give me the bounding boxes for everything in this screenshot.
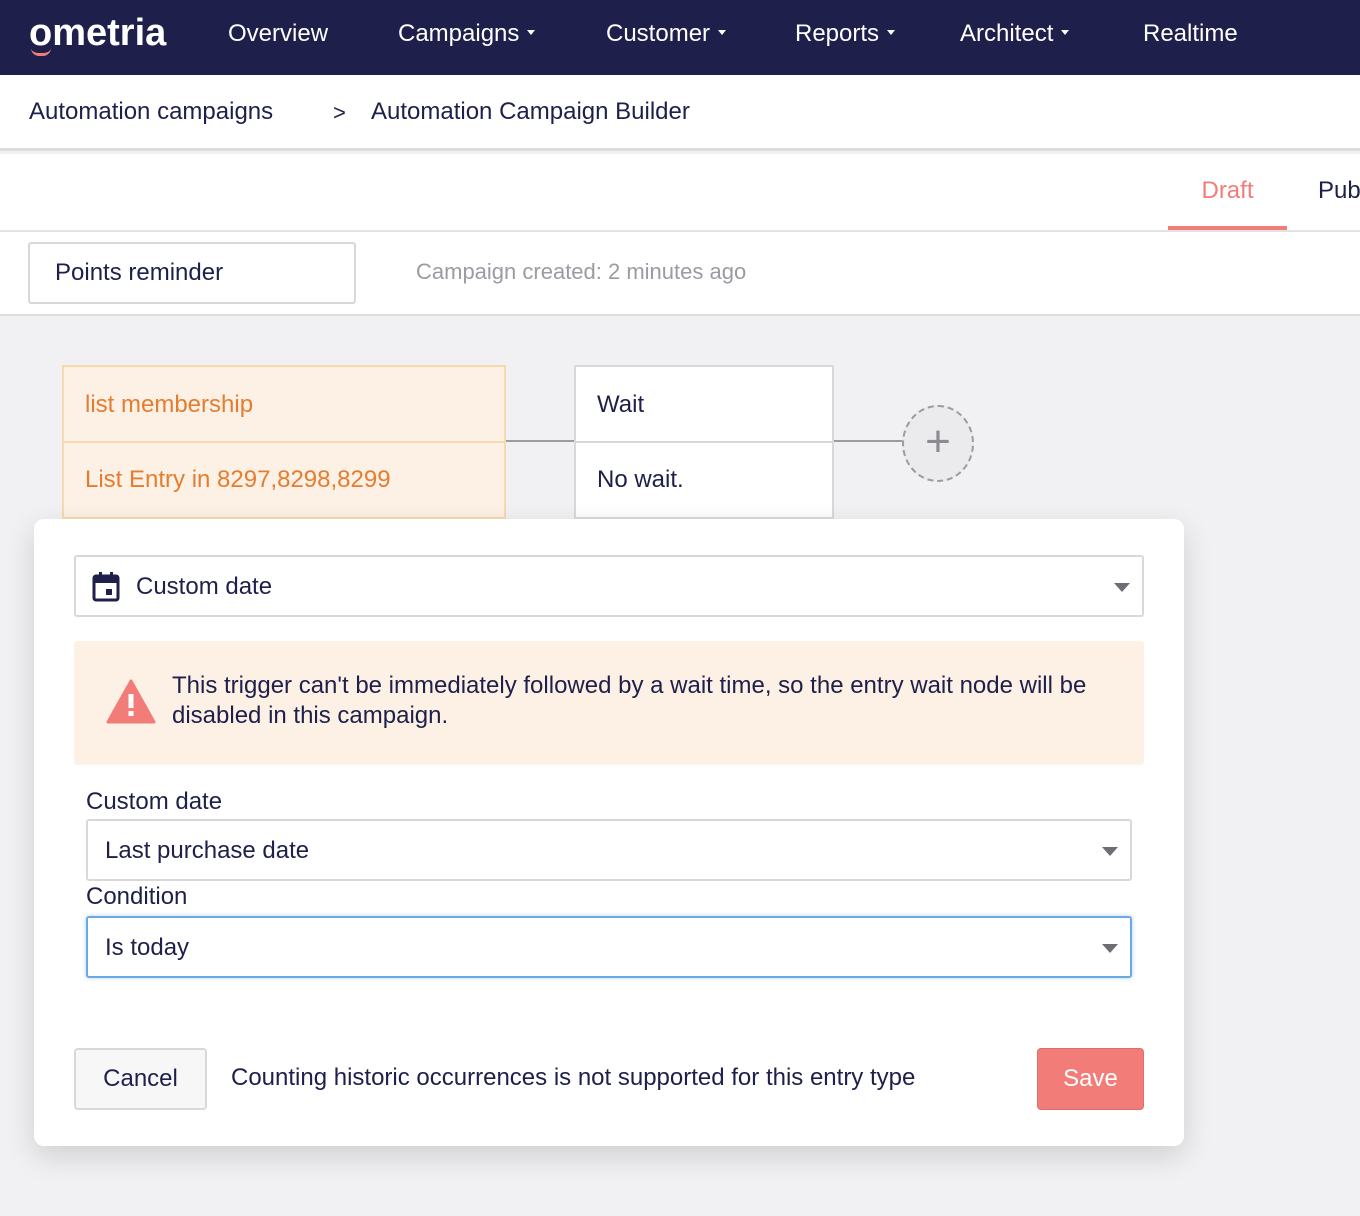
wait-node-detail: No wait. (597, 466, 684, 493)
chevron-down-icon (718, 30, 727, 36)
warning-banner: This trigger can't be immediately follow… (74, 641, 1144, 765)
campaign-created-text: Campaign created: 2 minutes ago (416, 259, 747, 284)
condition-select[interactable]: Is today (86, 916, 1132, 978)
nav-customer[interactable]: Customer (606, 20, 727, 48)
warning-icon (106, 679, 156, 724)
chevron-down-icon (887, 30, 896, 36)
campaign-name-input[interactable] (28, 242, 356, 304)
calendar-icon (92, 572, 120, 602)
breadcrumb: Automation campaigns > Automation Campai… (0, 75, 1360, 151)
nav-reports[interactable]: Reports (795, 20, 896, 48)
custom-date-value: Last purchase date (105, 837, 310, 864)
status-tabs: Draft Pub (0, 154, 1360, 232)
breadcrumb-automation-campaigns[interactable]: Automation campaigns (29, 98, 273, 126)
connector-line (506, 440, 574, 442)
breadcrumb-current: Automation Campaign Builder (371, 98, 690, 125)
chevron-down-icon (527, 30, 536, 36)
breadcrumb-separator: > (333, 100, 346, 125)
top-nav: ometria Overview Campaigns Customer Repo… (0, 0, 1360, 75)
tab-draft[interactable]: Draft (1168, 154, 1287, 230)
warning-text: This trigger can't be immediately follow… (172, 672, 1087, 729)
connector-line (834, 440, 902, 442)
nav-campaigns[interactable]: Campaigns (398, 20, 536, 48)
nav-realtime-label: Realtime (1143, 20, 1238, 47)
nav-customer-label: Customer (606, 20, 711, 47)
nav-campaigns-label: Campaigns (398, 20, 520, 47)
custom-date-select[interactable]: Last purchase date (86, 819, 1132, 881)
cancel-button[interactable]: Cancel (74, 1048, 207, 1110)
nav-overview[interactable]: Overview (228, 20, 328, 48)
nav-reports-label: Reports (795, 20, 880, 47)
chevron-down-icon (1114, 583, 1130, 592)
trigger-type-value: Custom date (136, 573, 273, 600)
trigger-node-title: list membership (64, 367, 504, 443)
wait-node-title: Wait (576, 367, 832, 443)
nav-architect-label: Architect (960, 20, 1054, 47)
chevron-down-icon (1102, 944, 1118, 953)
save-button[interactable]: Save (1037, 1048, 1144, 1110)
historic-occurrences-note: Counting historic occurrences is not sup… (231, 1064, 916, 1091)
trigger-node[interactable]: list membership List Entry in 8297,8298,… (62, 365, 506, 519)
wait-node[interactable]: Wait No wait. (574, 365, 834, 519)
condition-value: Is today (105, 934, 190, 961)
nav-architect[interactable]: Architect (960, 20, 1070, 48)
custom-date-label: Custom date (86, 788, 223, 815)
campaign-info-bar: Campaign created: 2 minutes ago (0, 232, 1360, 316)
add-node-button[interactable]: + (902, 405, 974, 482)
plus-icon: + (925, 417, 951, 466)
trigger-settings-modal: Custom date This trigger can't be immedi… (34, 519, 1184, 1146)
nav-overview-label: Overview (228, 20, 329, 47)
trigger-node-detail: List Entry in 8297,8298,8299 (85, 466, 391, 493)
trigger-type-select[interactable]: Custom date (74, 555, 1144, 617)
nav-realtime[interactable]: Realtime (1143, 20, 1238, 48)
tab-publish[interactable]: Pub (1318, 177, 1360, 205)
condition-label: Condition (86, 883, 188, 910)
chevron-down-icon (1102, 847, 1118, 856)
chevron-down-icon (1061, 30, 1070, 36)
